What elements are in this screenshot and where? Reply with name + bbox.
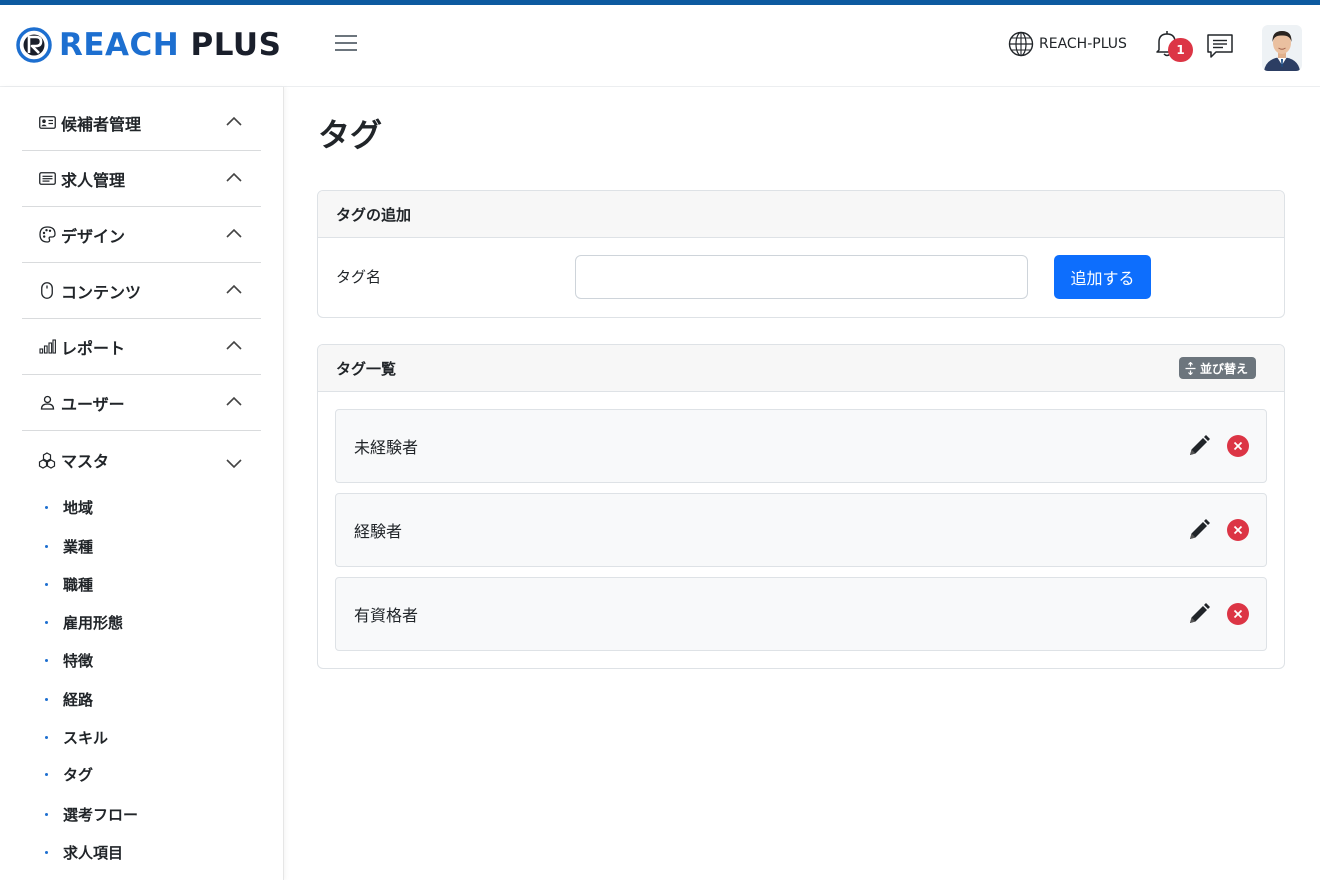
tag-list-card-title: タグ一覧 (336, 359, 397, 378)
tag-list-card-header: タグ一覧 並び替え (318, 345, 1284, 392)
sidebar-item-label: スキル (63, 728, 109, 747)
sort-button[interactable]: 並び替え (1179, 357, 1257, 379)
close-icon (1233, 609, 1243, 619)
pencil-icon[interactable] (1187, 518, 1211, 542)
pencil-icon[interactable] (1187, 434, 1211, 458)
sidebar-item-region[interactable]: 地域 (45, 495, 93, 519)
boxes-icon (38, 451, 56, 469)
tag-add-card-title: タグの追加 (318, 191, 1284, 238)
chevron-down-icon (226, 459, 242, 469)
brand-logo[interactable]: REACH PLUS (16, 27, 281, 63)
close-icon (1233, 441, 1243, 451)
sidebar-group-master[interactable]: マスタ (22, 432, 261, 488)
sidebar-group-candidates[interactable]: 候補者管理 (22, 95, 261, 151)
tag-name: 経験者 (354, 522, 403, 541)
tag-list-card: タグ一覧 並び替え 未経験者 経験者 有資格者 (317, 344, 1285, 669)
person-icon (38, 394, 56, 412)
delete-button[interactable] (1227, 435, 1249, 457)
page-title: タグ (318, 116, 383, 154)
sidebar-item-job-fields[interactable]: 求人項目 (45, 840, 123, 864)
sidebar-item-label: 地域 (63, 498, 94, 517)
sidebar-group-label: デザイン (61, 226, 126, 246)
sidebar-group-jobs[interactable]: 求人管理 (22, 151, 261, 207)
sidebar-item-selection-flow[interactable]: 選考フロー (45, 802, 138, 826)
sidebar: 候補者管理 求人管理 デザイン コンテンツ レポート ユーザー マスタ 地域 業… (0, 87, 284, 880)
pencil-icon[interactable] (1187, 602, 1211, 626)
delete-button[interactable] (1227, 519, 1249, 541)
tag-list-item: 経験者 (335, 493, 1267, 567)
hamburger-icon[interactable] (335, 35, 357, 53)
sidebar-item-label: 求人項目 (63, 843, 124, 862)
sidebar-group-label: コンテンツ (61, 282, 142, 302)
chevron-up-icon (226, 340, 242, 350)
chat-icon[interactable] (1206, 32, 1234, 60)
sidebar-item-skill[interactable]: スキル (45, 725, 108, 749)
list-icon (38, 170, 56, 188)
add-tag-button[interactable]: 追加する (1054, 255, 1151, 299)
sidebar-group-design[interactable]: デザイン (22, 207, 261, 263)
organization-selector[interactable]: REACH-PLUS (1008, 31, 1127, 57)
id-card-icon (38, 114, 56, 132)
sidebar-item-tag[interactable]: タグ (45, 762, 93, 786)
sidebar-group-contents[interactable]: コンテンツ (22, 263, 261, 319)
mouse-icon (38, 282, 56, 300)
brand-name-part2: PLUS (190, 27, 282, 63)
bar-chart-icon (38, 338, 56, 356)
tag-name: 未経験者 (354, 438, 419, 457)
sidebar-group-label: 求人管理 (61, 170, 126, 190)
sort-button-label: 並び替え (1200, 361, 1249, 376)
avatar[interactable] (1262, 25, 1302, 71)
tag-list-item: 有資格者 (335, 577, 1267, 651)
sidebar-group-label: レポート (61, 338, 126, 358)
sidebar-item-label: タグ (63, 765, 94, 784)
sidebar-group-label: ユーザー (61, 394, 125, 414)
tag-name-input[interactable] (575, 255, 1028, 299)
sidebar-item-label: 選考フロー (63, 805, 139, 824)
delete-button[interactable] (1227, 603, 1249, 625)
sort-icon (1185, 361, 1196, 375)
globe-icon (1008, 31, 1034, 57)
tag-add-card: タグの追加 タグ名 追加する (317, 190, 1285, 318)
tag-name: 有資格者 (354, 606, 419, 625)
close-icon (1233, 525, 1243, 535)
sidebar-item-features[interactable]: 特徴 (45, 648, 93, 672)
sidebar-item-occupation[interactable]: 職種 (45, 572, 93, 596)
chevron-up-icon (226, 172, 242, 182)
chevron-up-icon (226, 396, 242, 406)
sidebar-item-label: 業種 (63, 537, 94, 556)
app-header: REACH PLUS REACH-PLUS 1 (0, 5, 1320, 87)
sidebar-group-users[interactable]: ユーザー (22, 375, 261, 431)
palette-icon (38, 226, 56, 244)
sidebar-item-label: 職種 (63, 575, 94, 594)
sidebar-item-route[interactable]: 経路 (45, 687, 93, 711)
sidebar-group-label: 候補者管理 (61, 114, 142, 134)
chevron-up-icon (226, 116, 242, 126)
logo-mark-icon (16, 27, 52, 63)
tag-list-item: 未経験者 (335, 409, 1267, 483)
tag-name-label: タグ名 (336, 268, 382, 286)
chevron-up-icon (226, 228, 242, 238)
sidebar-item-label: 雇用形態 (63, 613, 124, 632)
sidebar-item-label: 経路 (63, 690, 94, 709)
sidebar-item-label: 特徴 (63, 651, 94, 670)
sidebar-group-reports[interactable]: レポート (22, 319, 261, 375)
sidebar-item-employment-type[interactable]: 雇用形態 (45, 610, 123, 634)
notification-badge: 1 (1168, 38, 1193, 62)
organization-name: REACH-PLUS (1039, 36, 1127, 52)
brand-name-part1: REACH (59, 27, 180, 63)
sidebar-item-industry[interactable]: 業種 (45, 534, 93, 558)
sidebar-group-label: マスタ (61, 452, 110, 471)
brand-name: REACH PLUS (59, 27, 281, 63)
chevron-up-icon (226, 284, 242, 294)
